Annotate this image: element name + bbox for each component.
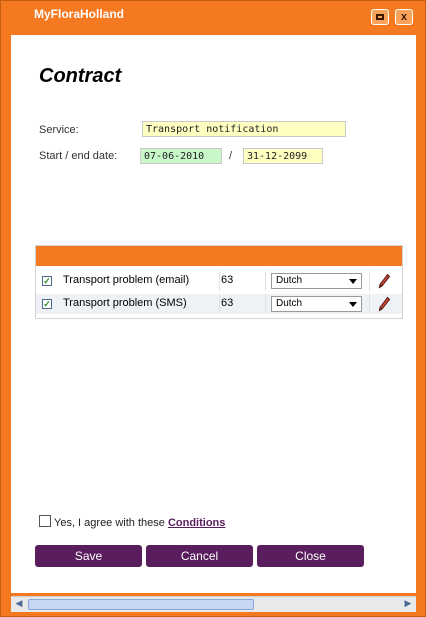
service-label: Service: — [39, 124, 79, 136]
notification-table: ✓ Transport problem (email) 63 Dutch ✓ T… — [35, 245, 403, 319]
pencil-icon[interactable] — [377, 273, 391, 289]
contract-window: MyFloraHolland x Contract Service: Trans… — [0, 0, 426, 617]
agreement-row: Yes, I agree with these Conditions — [39, 515, 225, 529]
chevron-down-icon — [349, 279, 357, 284]
title-bar: MyFloraHolland x — [1, 1, 425, 35]
chevron-down-icon — [349, 302, 357, 307]
save-button[interactable]: Save — [35, 545, 142, 567]
column-divider — [265, 294, 266, 314]
conditions-link[interactable]: Conditions — [168, 517, 225, 529]
close-icon: x — [400, 10, 408, 23]
start-date-field[interactable]: 07-06-2010 — [140, 148, 222, 164]
notification-number: 63 — [221, 274, 234, 286]
scroll-left-icon[interactable]: ◀ — [12, 598, 26, 611]
dates-label: Start / end date: — [39, 150, 118, 162]
scroll-thumb[interactable] — [28, 599, 254, 610]
notification-name: Transport problem (email) — [63, 274, 190, 286]
agreement-text: Yes, I agree with these — [54, 517, 165, 529]
column-divider — [219, 294, 220, 314]
content-panel: Contract Service: Transport notification… — [11, 35, 416, 593]
table-header — [36, 246, 402, 266]
row-checkbox[interactable]: ✓ — [42, 299, 52, 309]
close-window-button[interactable]: x — [395, 9, 413, 25]
column-divider — [219, 271, 220, 291]
table-row: ✓ Transport problem (email) 63 Dutch — [36, 271, 402, 291]
row-checkbox[interactable]: ✓ — [42, 276, 52, 286]
restore-button[interactable] — [371, 9, 389, 25]
language-select[interactable]: Dutch — [271, 273, 362, 289]
page-title: Contract — [39, 65, 122, 87]
scroll-right-icon[interactable]: ▶ — [401, 598, 415, 611]
window-title: MyFloraHolland — [34, 7, 125, 21]
restore-icon — [376, 14, 384, 20]
end-date-field[interactable]: 31-12-2099 — [243, 148, 323, 164]
date-separator: / — [229, 150, 233, 162]
language-select[interactable]: Dutch — [271, 296, 362, 312]
language-value: Dutch — [276, 275, 303, 286]
column-divider — [369, 271, 370, 291]
column-divider — [265, 271, 266, 291]
notification-name: Transport problem (SMS) — [63, 297, 187, 309]
agree-checkbox[interactable] — [39, 515, 51, 527]
horizontal-scrollbar[interactable]: ◀ ▶ — [11, 596, 416, 612]
close-button[interactable]: Close — [257, 545, 364, 567]
column-divider — [369, 294, 370, 314]
language-value: Dutch — [276, 298, 303, 309]
notification-number: 63 — [221, 297, 234, 309]
pencil-icon[interactable] — [377, 296, 391, 312]
cancel-button[interactable]: Cancel — [146, 545, 253, 567]
table-row: ✓ Transport problem (SMS) 63 Dutch — [36, 294, 402, 314]
service-field[interactable]: Transport notification — [142, 121, 346, 137]
